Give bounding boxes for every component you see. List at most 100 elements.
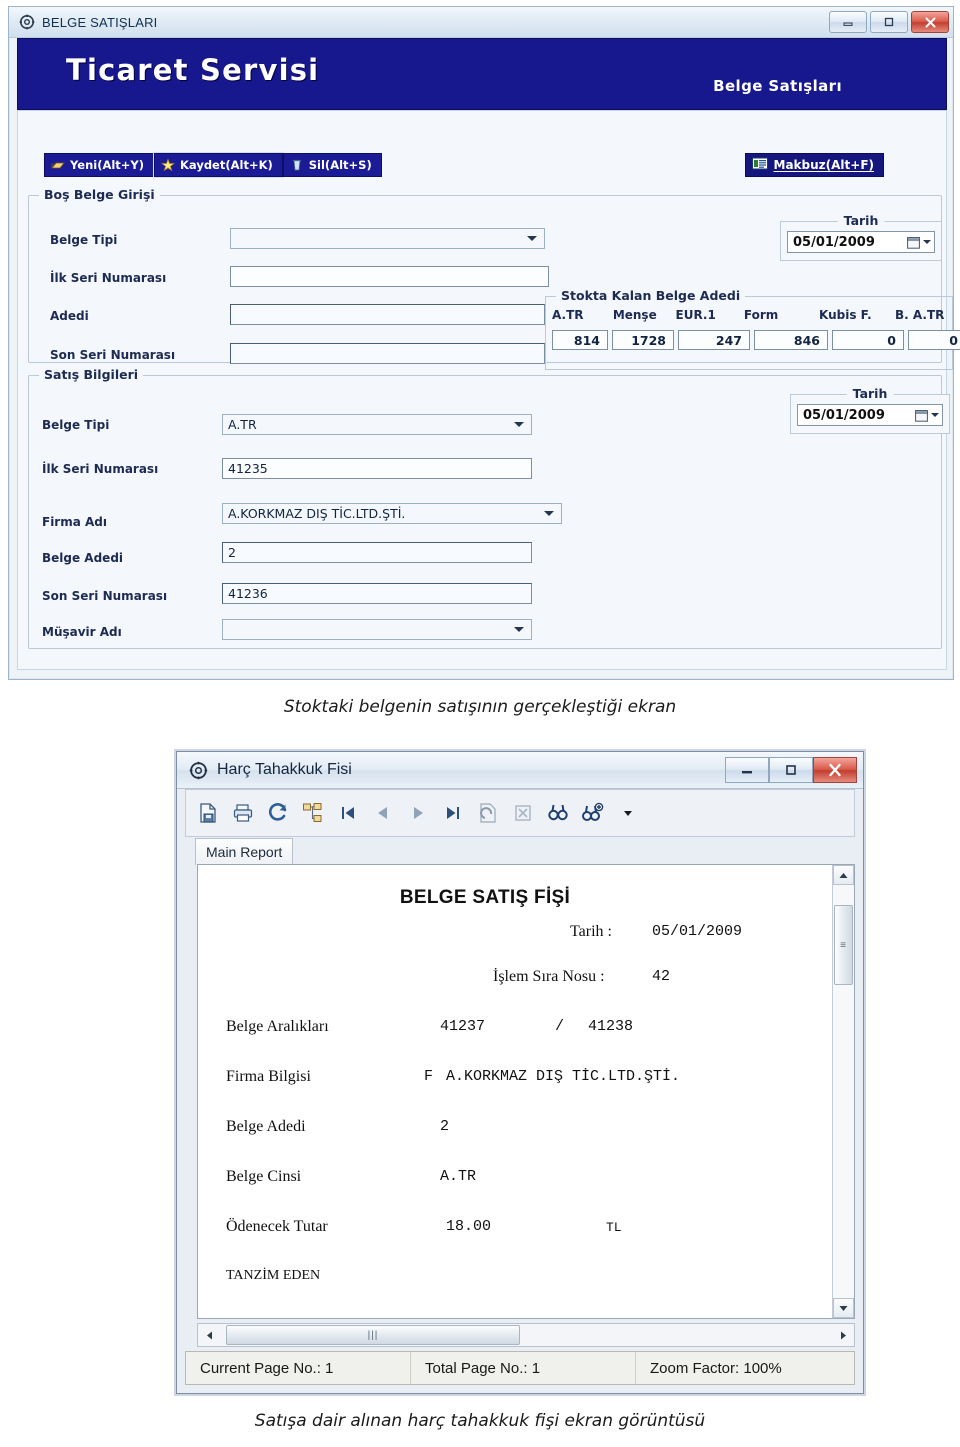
bos-tarih-label: Tarih [837,213,885,228]
report-row-1-v2: A.KORKMAZ DIŞ TİC.LTD.ŞTİ. [446,1068,681,1085]
report-row-0-v2: 41238 [588,1018,634,1035]
bos-tarih-group: Tarih 05/01/2009 [780,213,942,261]
close-button[interactable] [911,11,949,33]
bos-son-seri-label: Son Seri Numarası [50,348,176,362]
window2-titlebar[interactable]: Harç Tahakkuk Fisi [177,752,863,789]
sil-button[interactable]: Sil(Alt+S) [282,153,382,177]
scroll-up-button[interactable] [833,865,854,885]
zoom-icon[interactable] [581,801,605,825]
stop-icon[interactable] [511,801,535,825]
scroll-left-button[interactable] [198,1324,220,1346]
bos-adedi-label: Adedi [50,309,89,323]
report-row-4-label: Ödenecek Tutar [226,1218,328,1235]
chevron-down-icon [923,240,931,244]
stok-header-eur1: EUR.1 [675,308,716,322]
gear-icon [189,761,208,780]
bos-belge-tipi-label: Belge Tipi [50,233,118,247]
scroll-down-button[interactable] [833,1298,854,1318]
kaydet-button[interactable]: Kaydet(Alt+K) [153,152,284,178]
maximize-button[interactable] [769,757,813,783]
toggle-group-tree-icon[interactable] [301,801,325,825]
last-page-icon[interactable] [441,801,465,825]
bos-ilk-seri-label: İlk Seri Numarası [50,271,167,285]
stok-value-eur1[interactable]: 247 [678,330,750,350]
print-icon[interactable] [231,801,255,825]
bos-son-seri-input[interactable] [230,343,545,364]
stok-value-batr[interactable]: 0 [908,330,960,350]
report-row-1-label: Firma Bilgisi [226,1068,311,1085]
yeni-button[interactable]: Yeni(Alt+Y) [44,153,155,177]
satis-musavir-adi-combo[interactable] [222,619,532,640]
kaydet-button-label: Kaydet(Alt+K) [180,158,273,172]
minimize-button[interactable] [829,11,867,33]
hscroll-thumb[interactable]: ||| [226,1325,520,1345]
caption-screen-1: Stoktaki belgenin satışının gerçekleştiğ… [283,697,677,717]
zoom-dropdown-icon[interactable] [616,801,640,825]
stok-value-form[interactable]: 846 [754,330,828,350]
bos-belge-girisi-title: Boş Belge Girişi [39,187,160,202]
window1-titlebar[interactable]: BELGE SATIŞLARI [9,7,953,38]
chevron-down-icon [514,627,524,632]
satis-tarih-label: Tarih [846,386,894,401]
bos-ilk-seri-input[interactable] [230,266,549,287]
report-footer: TANZİM EDEN [226,1268,321,1283]
refresh-icon[interactable] [266,801,290,825]
stok-header-kubis: Kubis F. [818,308,872,322]
scroll-right-button[interactable] [832,1324,854,1346]
grip-icon: ||| [367,1329,379,1341]
close-button[interactable] [813,757,857,783]
satis-tarih-input[interactable]: 05/01/2009 [797,404,943,426]
next-page-icon[interactable] [406,801,430,825]
previous-page-icon[interactable] [371,801,395,825]
satis-bilgileri-title: Satış Bilgileri [39,367,144,382]
makbuz-button[interactable]: Makbuz(Alt+F) [744,153,884,177]
report-islem-value: 42 [652,968,671,985]
satis-ilk-seri-input[interactable]: 41235 [222,458,532,479]
stok-header-form: Form [743,308,779,322]
satis-firma-adi-combo[interactable]: A.KORKMAZ DIŞ TİC.LTD.ŞTİ. [222,503,562,524]
status-current-page: Current Page No.: 1 [200,1359,334,1377]
report-title: BELGE SATIŞ FİŞİ [399,887,571,908]
stok-header-mense: Menşe [612,308,657,322]
new-document-icon [51,159,65,172]
report-vertical-scrollbar[interactable]: ≡ [832,865,854,1318]
find-icon[interactable] [546,801,570,825]
satis-son-seri-input[interactable]: 41236 [222,583,532,604]
maximize-button[interactable] [870,11,908,33]
receipt-icon [751,157,768,173]
satis-son-seri-label: Son Seri Numarası [42,589,168,603]
stok-header-row: A.TR Menşe EUR.1 Form Kubis F. B. A.TR [546,308,952,322]
bos-adedi-input[interactable] [230,304,545,325]
report-row-0-v1: 41237 [440,1018,486,1035]
export-icon[interactable] [196,801,220,825]
harc-tahakkuk-fisi-window: Harç Tahakkuk Fisi Main Report BELGE SAT… [176,751,864,1394]
stok-value-atr[interactable]: 814 [552,330,608,350]
drill-down-icon[interactable] [476,801,500,825]
window1-controls [829,11,949,33]
bos-tarih-input[interactable]: 05/01/2009 [787,231,935,253]
satis-belge-adedi-input[interactable]: 2 [222,542,532,563]
app-title: Ticaret Servisi [66,53,320,87]
stok-value-kubis[interactable]: 0 [832,330,904,350]
chevron-down-icon [527,236,537,241]
action-toolbar: Yeni(Alt+Y) Kaydet(Alt+K) Sil(Alt+S) [44,152,382,178]
chevron-down-icon [931,413,939,417]
first-page-icon[interactable] [336,801,360,825]
calendar-dropdown[interactable] [907,236,931,249]
bos-belge-tipi-combo[interactable] [230,228,545,249]
scroll-thumb[interactable]: ≡ [834,905,853,985]
belge-satislari-window: BELGE SATIŞLARI Ticaret Servisi Belge Sa… [8,6,960,680]
status-total-page: Total Page No.: 1 [425,1359,541,1377]
report-horizontal-scrollbar[interactable]: ||| [197,1323,855,1347]
report-row-4-v2: TL [606,1220,622,1235]
window1-body: Yeni(Alt+Y) Kaydet(Alt+K) Sil(Alt+S) Mak… [17,110,960,670]
stok-value-mense[interactable]: 1728 [612,330,674,350]
makbuz-button-label: Makbuz(Alt+F) [773,158,875,172]
yeni-button-label: Yeni(Alt+Y) [70,158,145,172]
calendar-dropdown[interactable] [915,409,939,422]
status-zoom-factor: Zoom Factor: 100% [650,1359,782,1377]
calendar-icon [907,236,920,249]
satis-belge-tipi-combo[interactable]: A.TR [222,414,532,435]
tab-main-report[interactable]: Main Report [195,838,294,865]
minimize-button[interactable] [725,757,769,783]
